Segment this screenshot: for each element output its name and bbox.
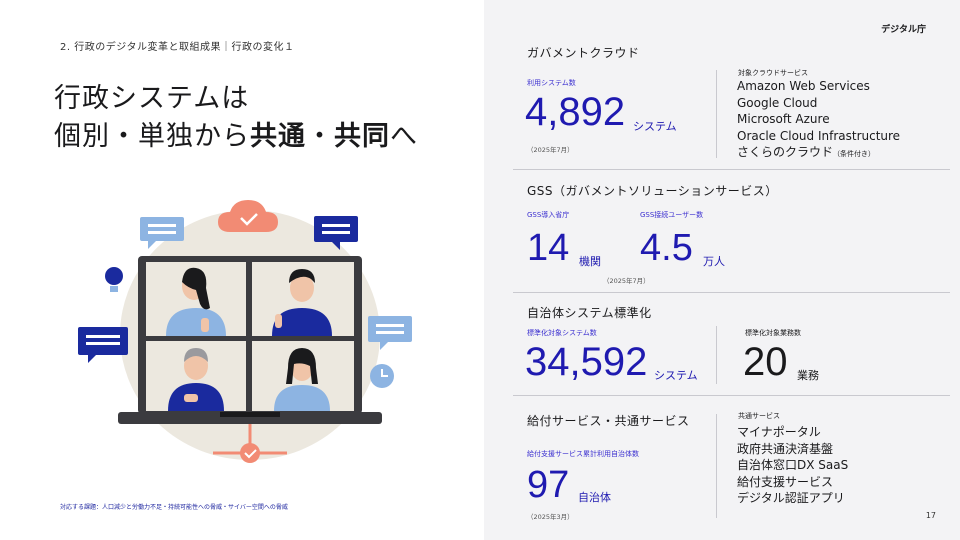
benefit-value: 97 xyxy=(527,464,570,506)
cloud-service-item: Google Cloud xyxy=(737,95,818,110)
vertical-divider xyxy=(716,326,717,384)
gss-value-users: 4.5 xyxy=(640,227,693,269)
common-services-label: 共通サービス xyxy=(738,412,780,420)
title-line2-post: へ xyxy=(390,121,418,152)
common-service-item: マイナポータル xyxy=(737,425,821,439)
gov-cloud-title: ガバメントクラウド xyxy=(527,46,640,60)
section-divider xyxy=(513,395,950,396)
benefit-unit: 自治体 xyxy=(578,491,611,504)
cloud-services-label: 対象クラウドサービス xyxy=(738,69,808,77)
cloud-service-item: Amazon Web Services xyxy=(737,79,870,93)
gss-value-agencies: 14 xyxy=(527,227,570,269)
municipal-label-systems: 標準化対象システム数 xyxy=(527,329,597,337)
common-service-item: 政府共通決済基盤 xyxy=(737,441,834,456)
page-title: 行政システムは 個別・単独から共通・共同へ xyxy=(54,80,418,156)
municipal-unit-systems: システム xyxy=(654,369,698,382)
title-dot: ・ xyxy=(306,121,334,152)
footnote: 対応する課題：人口減少と労働力不足・持続可能性への脅威・サイバー空間への脅威 xyxy=(60,504,288,511)
page-number: 17 xyxy=(925,511,936,520)
online-meeting-illustration xyxy=(78,200,412,463)
cloud-service-item: Microsoft Azure xyxy=(737,112,830,126)
title-bold-common: 共通 xyxy=(250,121,306,152)
municipal-title: 自治体システム標準化 xyxy=(527,306,652,320)
cloud-check-icon xyxy=(218,200,278,232)
gov-cloud-value: 4,892 xyxy=(525,90,626,134)
benefit-label: 給付支援サービス累計利用自治体数 xyxy=(527,450,639,458)
vertical-divider xyxy=(716,414,717,518)
gss-title: GSS（ガバメントソリューションサービス） xyxy=(527,184,778,198)
municipal-value-tasks: 20 xyxy=(743,340,788,384)
municipal-value-systems: 34,592 xyxy=(525,340,648,384)
agency-logo: デジタル庁 xyxy=(881,25,926,35)
vertical-divider xyxy=(716,70,717,158)
gov-cloud-label: 利用システム数 xyxy=(527,79,576,87)
clock-icon xyxy=(370,364,394,388)
title-bold-joint: 共同 xyxy=(334,121,390,152)
chat-bubble-icon xyxy=(78,327,128,363)
lightbulb-icon xyxy=(105,267,123,292)
common-service-item: デジタル認証アプリ xyxy=(737,491,845,505)
section-divider xyxy=(513,169,950,170)
laptop-icon xyxy=(118,256,382,424)
gss-label-agencies: GSS導入省庁 xyxy=(527,211,570,219)
common-services-list: マイナポータル 政府共通決済基盤 自治体窓口DX SaaS 給付支援サービス デ… xyxy=(737,424,848,507)
cloud-service-item: さくらのクラウド（条件付き） xyxy=(737,144,900,163)
cloud-service-name: さくらのクラウド xyxy=(737,145,834,159)
title-line1: 行政システムは xyxy=(54,83,250,114)
title-line2-pre: 個別・単独から xyxy=(54,121,250,152)
cloud-service-item: Oracle Cloud Infrastructure xyxy=(737,128,901,143)
gss-unit-agencies: 機関 xyxy=(579,255,601,268)
benefit-date: （2025年3月） xyxy=(527,513,574,521)
gss-unit-users: 万人 xyxy=(703,255,725,268)
gss-date: （2025年7月） xyxy=(603,277,650,285)
breadcrumb: 2. 行政のデジタル変革と取組成果｜行政の変化１ xyxy=(60,42,295,53)
common-service-item: 給付支援サービス xyxy=(737,474,834,489)
cloud-services-list: Amazon Web Services Google Cloud Microso… xyxy=(737,78,900,163)
section-divider xyxy=(513,292,950,293)
gov-cloud-unit: システム xyxy=(633,120,677,133)
cloud-service-note: （条件付き） xyxy=(833,150,876,158)
benefit-title: 給付サービス・共通サービス xyxy=(527,414,690,428)
gss-label-users: GSS接続ユーザー数 xyxy=(640,211,704,219)
municipal-unit-tasks: 業務 xyxy=(797,369,819,382)
title-line2: 個別・単独から共通・共同へ xyxy=(54,118,418,156)
municipal-label-tasks: 標準化対象業務数 xyxy=(745,329,801,337)
gov-cloud-date: （2025年7月） xyxy=(527,146,574,154)
common-service-item: 自治体窓口DX SaaS xyxy=(737,458,849,472)
